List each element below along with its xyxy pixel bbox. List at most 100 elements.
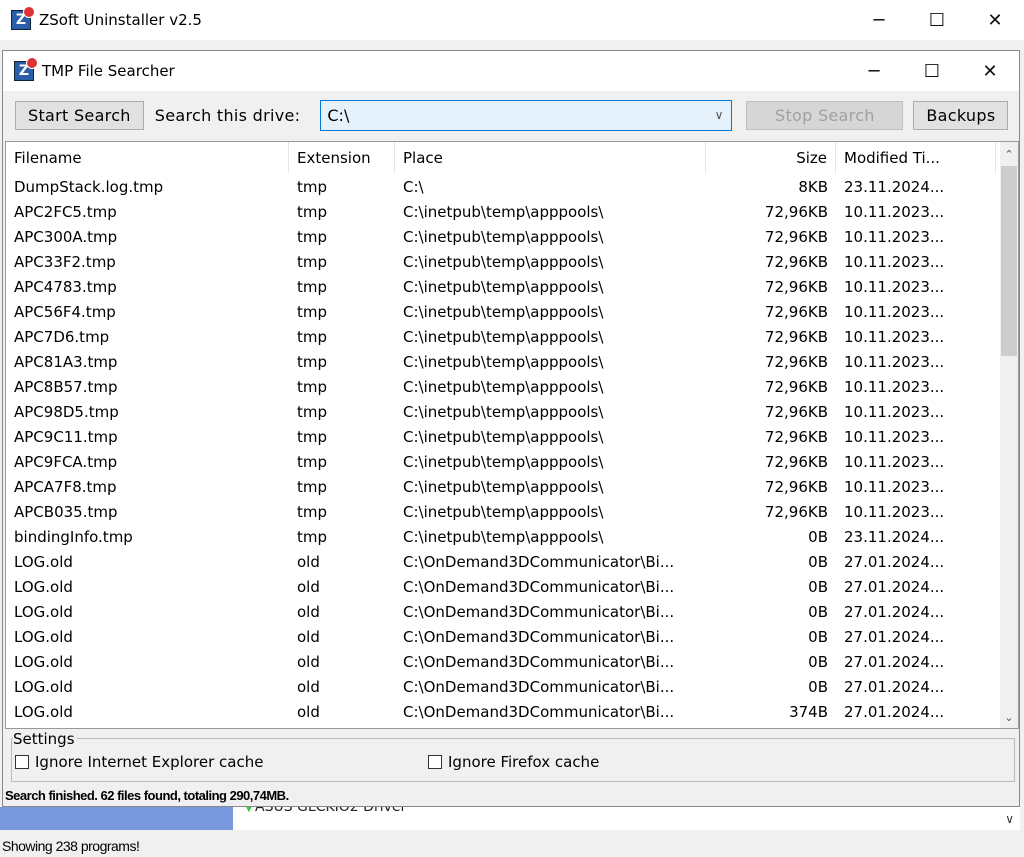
cell-modified: 10.11.2023... [844, 202, 945, 221]
table-row[interactable]: APC8B57.tmp tmp C:\inetpub\temp\apppools\ 7… [6, 374, 1018, 399]
cell-size: 72,96KB [764, 277, 828, 296]
table-row[interactable]: bindingInfo.tmp tmp C:\inetpub\temp\apppoo… [6, 524, 1018, 549]
cell-modified: 10.11.2023... [844, 277, 945, 296]
checkbox-icon[interactable] [428, 755, 442, 769]
cell-filename: APCA7F8.tmp [14, 477, 117, 496]
cell-size: 0B [808, 527, 828, 546]
table-row[interactable]: APC300A.tmp tmp C:\inetpub\temp\apppools\ 7… [6, 224, 1018, 249]
cell-place: C:\OnDemand3DCommunicator\Bi... [403, 702, 675, 721]
cell-size: 72,96KB [764, 452, 828, 471]
table-row[interactable]: LOG.old old C:\OnDemand3DCommunicator\Bi..… [6, 674, 1018, 699]
cell-size: 72,96KB [764, 502, 828, 521]
maximize-button[interactable]: ☐ [903, 51, 961, 91]
cell-size: 72,96KB [764, 377, 828, 396]
cell-extension: tmp [297, 502, 328, 521]
table-row[interactable]: APC9C11.tmp tmp C:\inetpub\temp\apppools\ 7… [6, 424, 1018, 449]
cell-modified: 27.01.2024... [844, 577, 945, 596]
column-filename[interactable]: Filename [6, 142, 289, 173]
cell-extension: tmp [297, 527, 328, 546]
settings-legend: Settings [13, 730, 77, 748]
cell-filename: LOG.old [14, 552, 73, 571]
cell-place: C:\OnDemand3DCommunicator\Bi... [403, 677, 675, 696]
cell-extension: tmp [297, 177, 328, 196]
cell-size: 72,96KB [764, 477, 828, 496]
cell-extension: tmp [297, 377, 328, 396]
cell-place: C:\OnDemand3DCommunicator\Bi... [403, 602, 675, 621]
column-extension[interactable]: Extension [289, 142, 395, 173]
background-program-list[interactable]: ▼ ASUS GLCKIO2 Driver [233, 807, 1020, 830]
close-button[interactable]: ✕ [961, 51, 1019, 91]
cell-modified: 10.11.2023... [844, 452, 945, 471]
cell-extension: tmp [297, 202, 328, 221]
cell-modified: 23.11.2024... [844, 177, 945, 196]
scroll-up-icon[interactable]: ⌃ [1000, 148, 1018, 161]
start-search-button[interactable]: Start Search [15, 100, 144, 130]
cell-extension: tmp [297, 402, 328, 421]
table-row[interactable]: LOG.old old C:\OnDemand3DCommunicator\Bi..… [6, 549, 1018, 574]
column-size[interactable]: Size [706, 142, 836, 173]
table-row[interactable]: APCA7F8.tmp tmp C:\inetpub\temp\apppools\ 7… [6, 474, 1018, 499]
scroll-thumb[interactable] [1001, 166, 1017, 356]
cell-extension: old [297, 602, 320, 621]
cell-filename: APC81A3.tmp [14, 352, 118, 371]
table-row[interactable]: APC7D6.tmp tmp C:\inetpub\temp\apppools\ 72… [6, 324, 1018, 349]
program-item[interactable]: ASUS GLCKIO2 Driver [255, 807, 406, 815]
chevron-down-icon[interactable]: ∨ [1005, 812, 1014, 826]
cell-extension: tmp [297, 452, 328, 471]
table-row[interactable]: LOG.old old C:\OnDemand3DCommunicator\Bi..… [6, 649, 1018, 674]
cell-size: 8KB [798, 177, 828, 196]
cell-size: 0B [808, 627, 828, 646]
cell-filename: LOG.old [14, 677, 73, 696]
ignore-firefox-checkbox[interactable]: Ignore Firefox cache [428, 753, 599, 771]
cell-extension: tmp [297, 302, 328, 321]
cell-filename: LOG.old [14, 702, 73, 721]
status-bar: Search finished. 62 files found, totalin… [5, 788, 289, 803]
column-place[interactable]: Place [395, 142, 706, 173]
drive-select[interactable]: C:\ ∨ [320, 99, 733, 131]
cell-size: 0B [808, 602, 828, 621]
table-row[interactable]: APC9FCA.tmp tmp C:\inetpub\temp\apppools\ 7… [6, 449, 1018, 474]
ignore-firefox-label: Ignore Firefox cache [448, 753, 600, 771]
cell-place: C:\inetpub\temp\apppools\ [403, 327, 604, 346]
cell-modified: 10.11.2023... [844, 302, 945, 321]
cell-filename: APC98D5.tmp [14, 402, 119, 421]
table-row[interactable]: LOG.old old C:\OnDemand3DCommunicator\Bi..… [6, 624, 1018, 649]
cell-filename: LOG.old [14, 627, 73, 646]
cell-modified: 10.11.2023... [844, 502, 945, 521]
ignore-ie-checkbox[interactable]: Ignore Internet Explorer cache [15, 753, 263, 771]
cell-place: C:\OnDemand3DCommunicator\Bi... [403, 652, 675, 671]
tmp-file-searcher-window: Z TMP File Searcher ─ ☐ ✕ Start Search S… [2, 50, 1020, 807]
cell-modified: 10.11.2023... [844, 327, 945, 346]
maximize-button[interactable]: ☐ [908, 0, 966, 40]
backups-button[interactable]: Backups [913, 100, 1009, 130]
minimize-button[interactable]: ─ [850, 0, 908, 40]
close-button[interactable]: ✕ [966, 0, 1024, 40]
table-row[interactable]: APC81A3.tmp tmp C:\inetpub\temp\apppools\ 7… [6, 349, 1018, 374]
stop-search-button[interactable]: Stop Search [746, 100, 904, 130]
table-row[interactable]: APC2FC5.tmp tmp C:\inetpub\temp\apppools\ 7… [6, 199, 1018, 224]
cell-extension: tmp [297, 427, 328, 446]
table-row[interactable]: LOG.old old C:\OnDemand3DCommunicator\Bi..… [6, 574, 1018, 599]
table-row[interactable]: LOG.old old C:\OnDemand3DCommunicator\Bi..… [6, 599, 1018, 624]
cell-filename: APC7D6.tmp [14, 327, 110, 346]
table-row[interactable]: APC4783.tmp tmp C:\inetpub\temp\apppools\ 7… [6, 274, 1018, 299]
minimize-button[interactable]: ─ [845, 51, 903, 91]
scroll-down-icon[interactable]: ⌄ [1000, 711, 1018, 724]
cell-place: C:\inetpub\temp\apppools\ [403, 277, 604, 296]
column-modified[interactable]: Modified Ti... [836, 142, 996, 173]
checkbox-icon[interactable] [15, 755, 29, 769]
table-row[interactable]: APC98D5.tmp tmp C:\inetpub\temp\apppools\ 7… [6, 399, 1018, 424]
cell-filename: bindingInfo.tmp [14, 527, 133, 546]
cell-place: C:\inetpub\temp\apppools\ [403, 252, 604, 271]
table-row[interactable]: DumpStack.log.tmp tmp C:\ 8KB 23.11.2024... [6, 174, 1018, 199]
table-row[interactable]: APC56F4.tmp tmp C:\inetpub\temp\apppools\ 7… [6, 299, 1018, 324]
vertical-scrollbar[interactable]: ⌃ ⌄ [1000, 142, 1018, 728]
table-row[interactable]: APCB035.tmp tmp C:\inetpub\temp\apppools\ 7… [6, 499, 1018, 524]
cell-place: C:\OnDemand3DCommunicator\Bi... [403, 552, 675, 571]
table-row[interactable]: APC33F2.tmp tmp C:\inetpub\temp\apppools\ 7… [6, 249, 1018, 274]
cell-size: 72,96KB [764, 252, 828, 271]
table-row[interactable]: LOG.old old C:\OnDemand3DCommunicator\Bi..… [6, 699, 1018, 724]
cell-filename: APC56F4.tmp [14, 302, 116, 321]
cell-place: C:\inetpub\temp\apppools\ [403, 527, 604, 546]
drive-value: C:\ [327, 105, 350, 125]
